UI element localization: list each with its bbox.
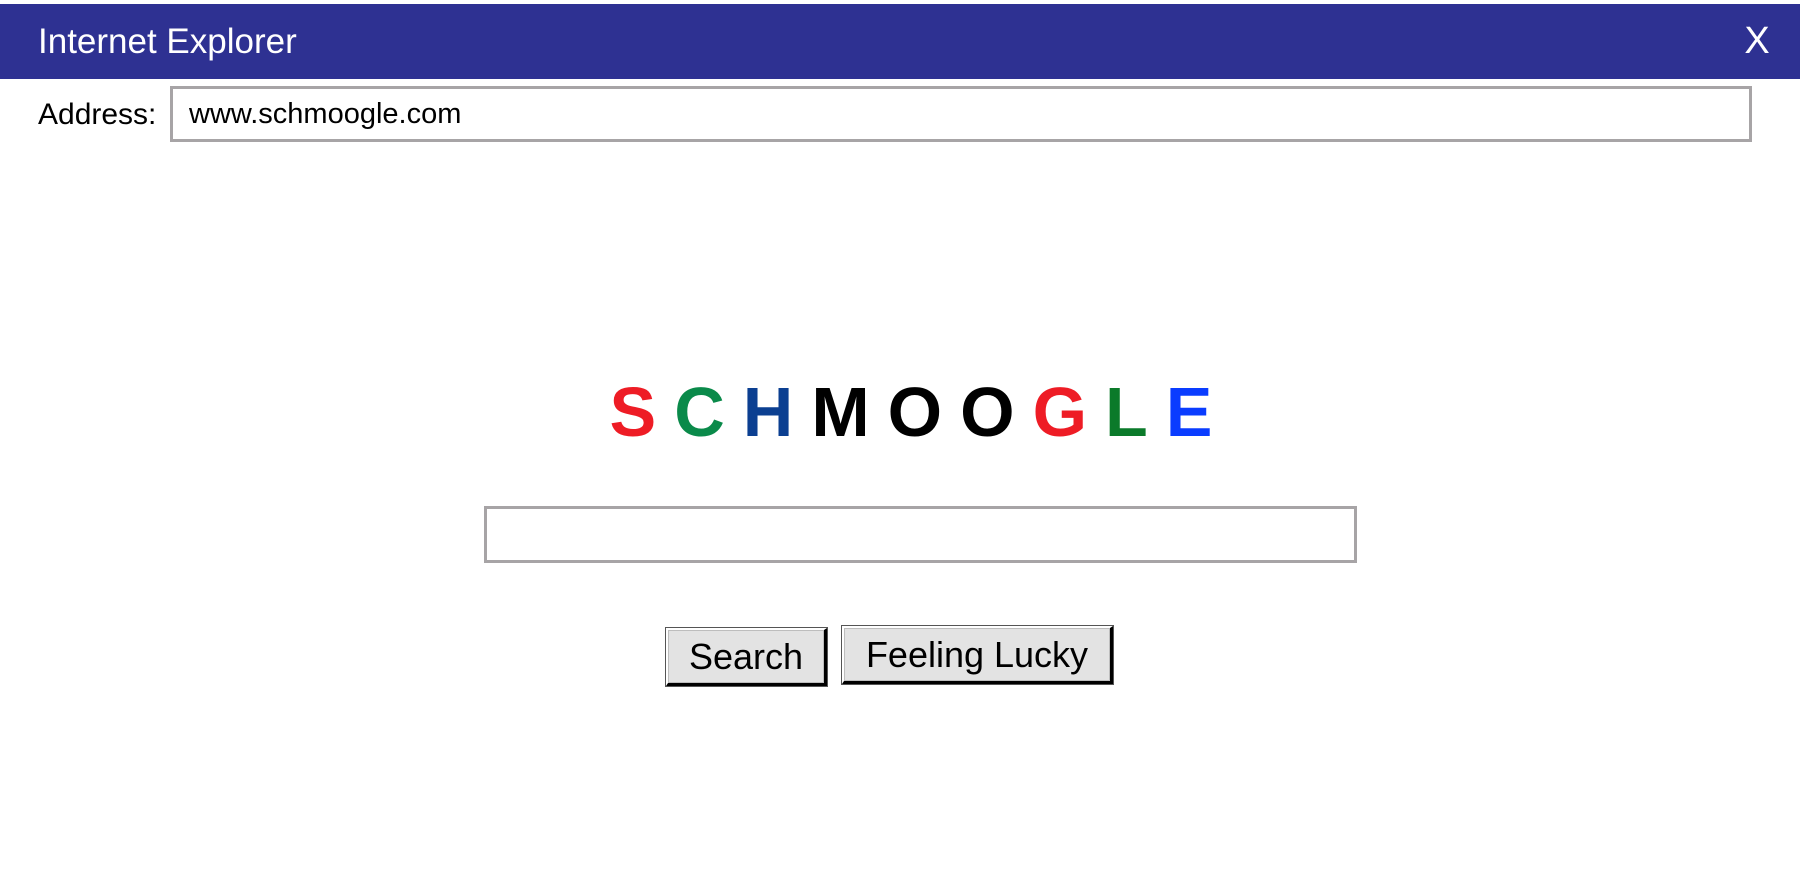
feeling-lucky-button[interactable]: Feeling Lucky — [842, 626, 1113, 684]
close-button[interactable]: X — [1736, 18, 1778, 64]
logo-letter-e: E — [1165, 373, 1231, 451]
logo-letter-o1: O — [887, 373, 961, 451]
window-title: Internet Explorer — [38, 22, 297, 61]
search-input[interactable] — [484, 506, 1357, 563]
logo-letter-m: M — [811, 373, 888, 451]
search-button[interactable]: Search — [666, 628, 827, 686]
address-label: Address: — [38, 98, 157, 131]
schmoogle-logo: SCHMOOGLE — [0, 372, 1800, 452]
address-input[interactable] — [170, 86, 1752, 142]
logo-letter-o2: O — [960, 373, 1033, 451]
logo-letter-g: G — [1032, 373, 1106, 451]
logo-letter-c: C — [674, 373, 743, 451]
logo-letter-s: S — [609, 373, 675, 451]
logo-letter-l: L — [1105, 373, 1166, 451]
logo-letter-h: H — [742, 373, 812, 451]
address-bar: Address: — [0, 86, 1800, 144]
title-bar: Internet Explorer X — [0, 4, 1800, 79]
browser-window: Internet Explorer X Address: SCHMOOGLE S… — [0, 0, 1800, 875]
